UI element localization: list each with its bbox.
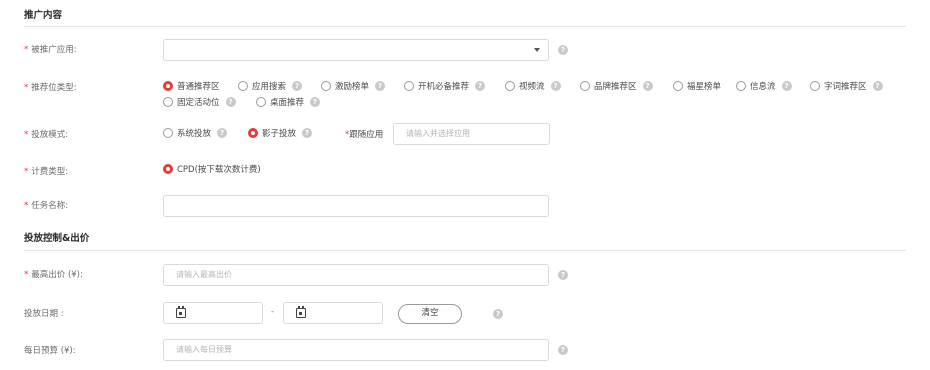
- slot-option-normal[interactable]: 普通推荐区: [163, 81, 220, 93]
- radio-checked[interactable]: [163, 164, 173, 174]
- radio[interactable]: [256, 97, 266, 107]
- slot-option-video-stream[interactable]: 视频流?: [505, 81, 561, 93]
- max-bid-input[interactable]: 请输入最高出价: [163, 264, 549, 286]
- max-bid-label: * 最高出价 (¥):: [24, 270, 83, 280]
- slot-option-desktop[interactable]: 桌面推荐?: [256, 97, 321, 109]
- billing-option-cpd[interactable]: CPD(按下载次数计费): [163, 164, 261, 176]
- slot-option-app-search[interactable]: 应用搜索?: [238, 81, 303, 93]
- slot-option-feed[interactable]: 信息流?: [736, 81, 792, 93]
- clear-date-button[interactable]: 清空: [398, 304, 462, 324]
- radio[interactable]: [810, 81, 820, 91]
- section-divider: [24, 250, 906, 251]
- calendar-icon: [176, 306, 186, 318]
- mode-label: * 投放模式:: [24, 130, 69, 140]
- help-icon[interactable]: ?: [558, 345, 568, 355]
- help-icon[interactable]: ?: [302, 128, 313, 138]
- help-icon[interactable]: ?: [375, 81, 386, 91]
- app-select[interactable]: [163, 39, 549, 61]
- radio[interactable]: [673, 81, 683, 91]
- task-name-label: * 任务名称:: [24, 201, 69, 211]
- slot-option-fixed-activity[interactable]: 固定活动位?: [163, 97, 236, 109]
- follow-app-input[interactable]: 请输入并选择应用: [393, 123, 550, 145]
- radio-checked[interactable]: [248, 128, 258, 138]
- help-icon[interactable]: ?: [558, 270, 568, 280]
- daily-budget-input[interactable]: 请输入每日预算: [163, 339, 549, 361]
- radio-checked[interactable]: [163, 81, 173, 91]
- mode-option-shadow[interactable]: 影子投放?: [248, 128, 313, 140]
- radio[interactable]: [736, 81, 746, 91]
- start-date-input[interactable]: [163, 302, 263, 324]
- help-icon[interactable]: ?: [642, 81, 653, 91]
- help-icon[interactable]: ?: [558, 45, 568, 55]
- radio[interactable]: [505, 81, 515, 91]
- help-icon[interactable]: ?: [292, 81, 303, 91]
- follow-app-label: *跟随应用: [345, 130, 384, 140]
- slot-option-incentive-rank[interactable]: 激励榜单?: [321, 81, 386, 93]
- slot-option-keyword[interactable]: 字词推荐区?: [810, 81, 883, 93]
- radio[interactable]: [404, 81, 414, 91]
- radio[interactable]: [163, 97, 173, 107]
- help-icon[interactable]: ?: [225, 97, 236, 107]
- mode-option-system[interactable]: 系统投放?: [163, 128, 228, 140]
- radio[interactable]: [580, 81, 590, 91]
- end-date-input[interactable]: [283, 302, 383, 324]
- slot-type-label: * 推荐位类型:: [24, 83, 77, 93]
- billing-label: * 计费类型:: [24, 167, 69, 177]
- help-icon[interactable]: ?: [217, 128, 228, 138]
- help-icon[interactable]: ?: [493, 309, 503, 319]
- help-icon[interactable]: ?: [310, 97, 321, 107]
- calendar-icon: [296, 306, 306, 318]
- radio[interactable]: [238, 81, 248, 91]
- task-name-input[interactable]: [163, 195, 549, 217]
- section-title-bid-control: 投放控制&出价: [24, 233, 90, 244]
- daily-budget-label: 每日预算 (¥):: [24, 346, 76, 356]
- caret-down-icon: [534, 48, 540, 52]
- date-label: 投放日期 :: [24, 309, 64, 319]
- help-icon[interactable]: ?: [550, 81, 561, 91]
- slot-option-brand[interactable]: 品牌推荐区?: [580, 81, 653, 93]
- radio[interactable]: [163, 128, 173, 138]
- radio[interactable]: [321, 81, 331, 91]
- help-icon[interactable]: ?: [781, 81, 792, 91]
- slot-option-lucky-star-rank[interactable]: 福星榜单: [673, 81, 721, 93]
- slot-option-boot-essential[interactable]: 开机必备推荐?: [404, 81, 486, 93]
- section-title-promo-content: 推广内容: [24, 10, 63, 21]
- date-separator: -: [271, 307, 275, 317]
- help-icon[interactable]: ?: [475, 81, 486, 91]
- app-label: * 被推广应用:: [24, 45, 77, 55]
- section-divider: [24, 26, 906, 27]
- help-icon[interactable]: ?: [872, 81, 883, 91]
